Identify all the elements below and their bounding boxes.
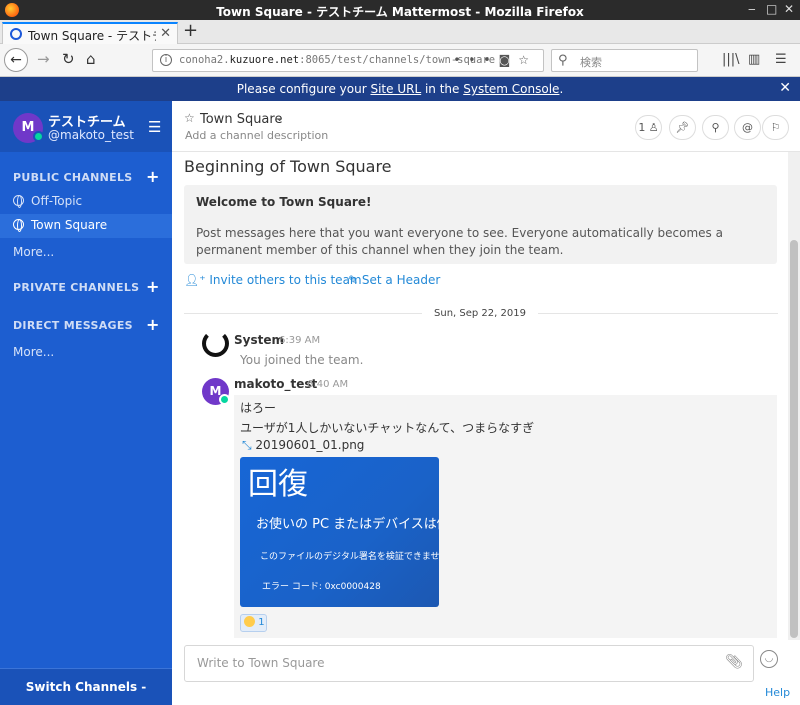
globe-icon: [13, 195, 24, 208]
online-status-icon: [33, 131, 44, 142]
url-text[interactable]: conoha2.kuzuore.net:8065/test/channels/t…: [179, 54, 495, 66]
system-console-link[interactable]: System Console: [463, 82, 559, 96]
config-banner: Please configure your Site URL in the Sy…: [0, 77, 800, 101]
message-placeholder: Write to Town Square: [197, 656, 325, 670]
maximize-icon[interactable]: □: [766, 2, 777, 16]
search-icon: ⚲: [558, 53, 568, 68]
channel-header: ☆ Town Square ⌄ Add a channel descriptio…: [172, 101, 800, 152]
sidebar-item-off-topic[interactable]: Off-Topic: [0, 190, 172, 214]
mentions-icon[interactable]: @: [734, 115, 761, 140]
close-window-icon[interactable]: ✕: [784, 2, 794, 16]
banner-close-icon[interactable]: ✕: [779, 80, 791, 96]
welcome-title: Welcome to Town Square!: [196, 195, 372, 209]
chevron-down-icon[interactable]: ⌄: [275, 111, 284, 124]
public-channels-heading: PUBLIC CHANNELS: [13, 171, 133, 184]
back-icon[interactable]: ←: [4, 48, 28, 72]
thumb-text: エラー コード: 0xc0000428: [262, 582, 381, 592]
home-icon[interactable]: ⌂: [86, 50, 96, 68]
browser-tab[interactable]: Town Square - テストチーム ✕: [2, 22, 178, 45]
url-bar[interactable]: i conoha2.kuzuore.net:8065/test/channels…: [152, 49, 544, 72]
window-titlebar: Town Square - テストチーム Mattermost - Mozill…: [0, 0, 800, 20]
welcome-box: Welcome to Town Square! Post messages he…: [184, 185, 777, 264]
forward-icon[interactable]: →: [37, 50, 50, 68]
member-count-button[interactable]: 1 ♙: [635, 115, 662, 140]
attachment-icon: ⤡: [242, 438, 256, 452]
thumb-text: このファイルのデジタル署名を検証できませ: [260, 552, 439, 562]
message-input[interactable]: Write to Town Square 📎︎: [184, 645, 754, 682]
add-public-channel-icon[interactable]: +: [146, 167, 159, 186]
post-username[interactable]: System: [234, 333, 284, 347]
flagged-posts-icon[interactable]: ⚐: [762, 115, 789, 140]
add-user-icon: 👤︎⁺: [184, 273, 210, 287]
thumb-text: 回復: [248, 467, 308, 502]
channel-intro-title: Beginning of Town Square: [184, 157, 392, 176]
scroll-thumb[interactable]: [790, 240, 798, 638]
date-separator: Sun, Sep 22, 2019: [172, 308, 788, 319]
paperclip-icon[interactable]: 📎︎: [725, 654, 743, 670]
pocket-icon[interactable]: ◙: [499, 53, 519, 67]
favorite-star-icon[interactable]: ☆: [184, 111, 195, 125]
post-list: Beginning of Town Square Welcome to Town…: [172, 152, 788, 640]
sidebar: M テストチーム @makoto_test ☰ PUBLIC CHANNELS …: [0, 101, 172, 705]
post-time[interactable]: 6:39 AM: [279, 335, 320, 346]
site-url-link[interactable]: Site URL: [370, 82, 421, 96]
public-more-link[interactable]: More...: [13, 245, 54, 259]
window-title: Town Square - テストチーム Mattermost - Mozill…: [216, 5, 584, 19]
search-placeholder: 検索: [580, 56, 602, 69]
tab-close-icon[interactable]: ✕: [160, 26, 171, 41]
sidebar-header[interactable]: M テストチーム @makoto_test ☰: [0, 101, 172, 152]
direct-messages-heading: DIRECT MESSAGES: [13, 319, 133, 332]
minimize-icon[interactable]: ‒: [748, 2, 756, 16]
thumb-text: お使いの PC またはデバイスは修: [256, 517, 439, 532]
set-header-link[interactable]: ✎ Set a Header: [348, 273, 440, 287]
message-line: はろー: [240, 401, 277, 415]
add-private-channel-icon[interactable]: +: [146, 277, 159, 296]
mattermost-favicon-icon: [10, 28, 22, 40]
post-time[interactable]: 6:40 AM: [307, 379, 348, 390]
pinned-posts-icon[interactable]: 📌︎: [669, 115, 696, 140]
attachment-thumbnail[interactable]: 回復 お使いの PC またはデバイスは修 このファイルのデジタル署名を検証できま…: [240, 457, 439, 607]
globe-icon: [13, 219, 24, 232]
sidebar-item-town-square[interactable]: Town Square: [0, 214, 172, 238]
attachment-link[interactable]: ⤡ 20190601_01.png: [242, 438, 364, 453]
new-tab-icon[interactable]: +: [183, 20, 198, 41]
system-avatar-icon: [202, 330, 229, 357]
private-channels-heading: PRIVATE CHANNELS: [13, 281, 140, 294]
bookmark-star-icon[interactable]: ☆: [518, 53, 537, 67]
emoji-picker-icon[interactable]: ◡: [760, 650, 778, 668]
post-username[interactable]: makoto_test: [234, 377, 317, 391]
switch-channels-button[interactable]: Switch Channels - CTRL+K: [0, 668, 172, 705]
reaction-button[interactable]: 1: [240, 614, 267, 632]
welcome-text: Post messages here that you want everyon…: [196, 226, 723, 257]
menu-icon[interactable]: ☰: [775, 52, 787, 67]
tab-title: Town Square - テストチーム: [28, 29, 156, 43]
smile-emoji-icon: [244, 616, 255, 627]
username: @makoto_test: [48, 128, 134, 142]
sidebar-toggle-icon[interactable]: ▥: [748, 52, 760, 67]
reload-icon[interactable]: ↻: [62, 50, 75, 68]
banner-text: Please configure your Site URL in the Sy…: [236, 82, 564, 96]
message-line: ユーザが1人しかいないチャットなんて、つまらなすぎ: [240, 421, 535, 435]
channel-name[interactable]: Town Square: [200, 112, 282, 127]
channel-description[interactable]: Add a channel description: [185, 129, 328, 142]
library-icon[interactable]: |||\: [722, 52, 740, 67]
online-status-icon: [219, 394, 230, 405]
pencil-icon: ✎: [348, 273, 362, 287]
system-message: You joined the team.: [240, 353, 364, 367]
invite-others-link[interactable]: 👤︎⁺ Invite others to this team: [184, 273, 362, 287]
scrollbar[interactable]: [788, 152, 800, 640]
direct-more-link[interactable]: More...: [13, 345, 54, 359]
tab-strip: Town Square - テストチーム ✕ +: [0, 20, 800, 45]
help-link[interactable]: Help: [765, 686, 790, 699]
navigation-toolbar: ← → ↻ ⌂ i conoha2.kuzuore.net:8065/test/…: [0, 44, 800, 77]
hamburger-menu-icon[interactable]: ☰: [148, 118, 161, 136]
search-bar[interactable]: ⚲ 検索: [551, 49, 698, 72]
page-actions-icon[interactable]: •••: [453, 53, 498, 67]
site-info-icon[interactable]: i: [160, 54, 172, 66]
search-icon[interactable]: ⚲: [702, 115, 729, 140]
add-direct-message-icon[interactable]: +: [146, 315, 159, 334]
